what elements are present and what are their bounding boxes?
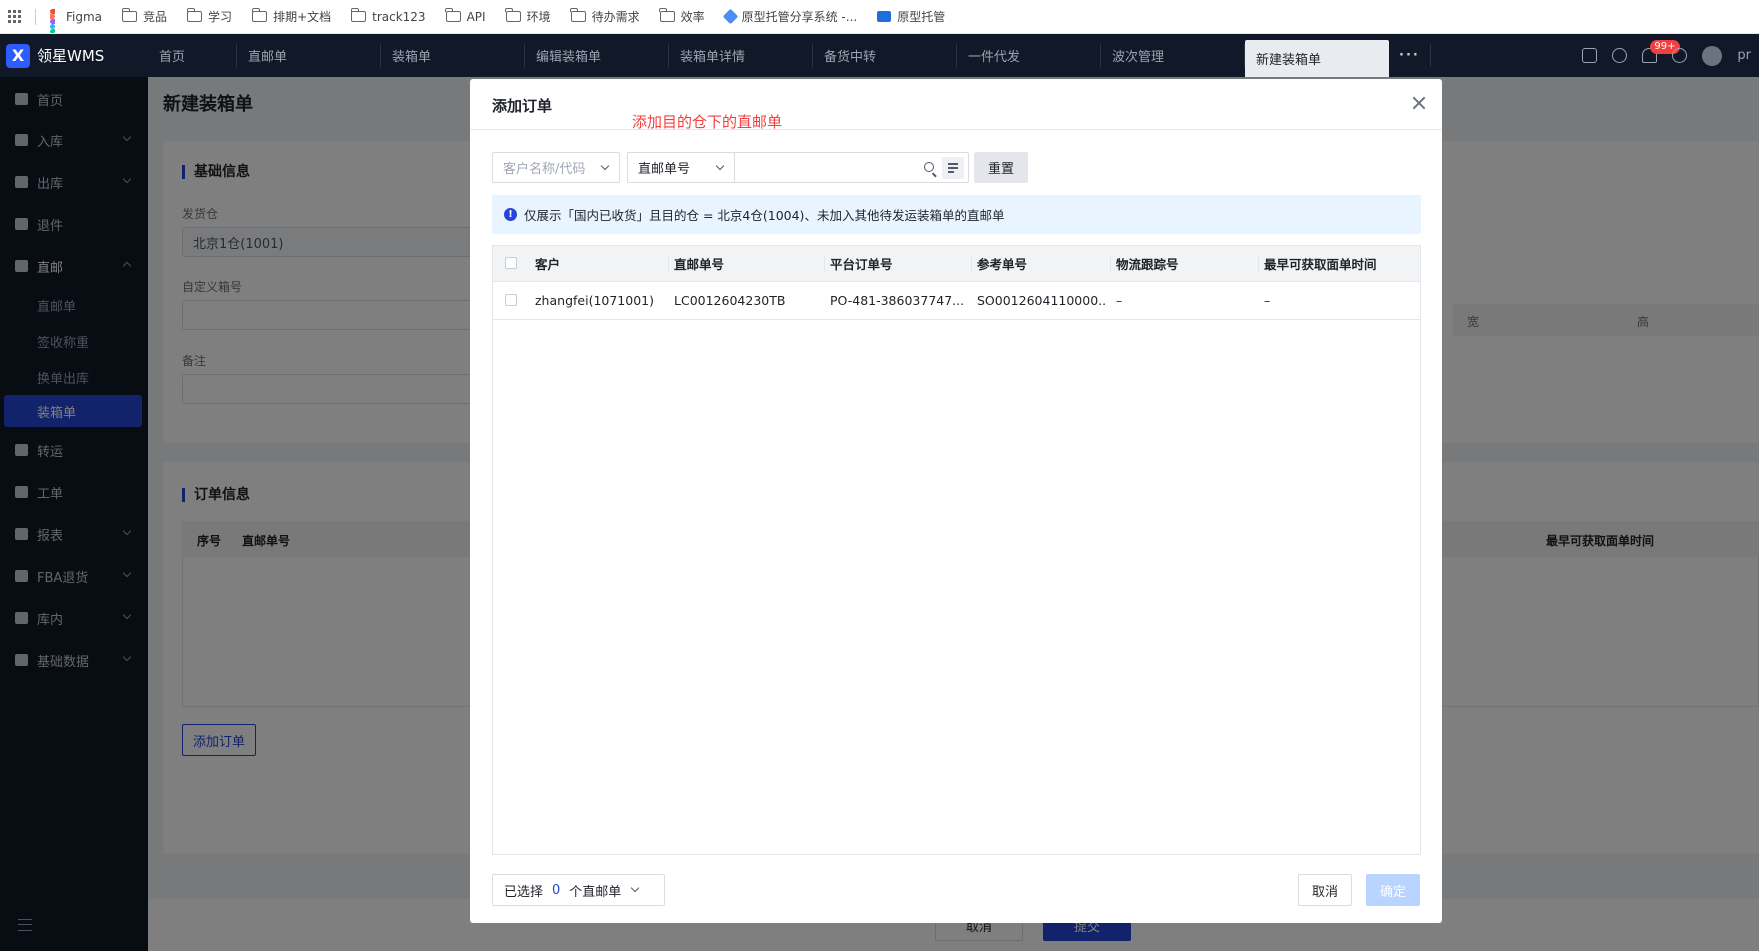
tab-home[interactable]: 首页: [148, 44, 237, 67]
tab-direct-mail[interactable]: 直邮单: [237, 44, 381, 67]
modal-header: 添加订单 添加目的仓下的直邮单: [470, 79, 1442, 131]
bookmark-folder[interactable]: 竞品: [121, 8, 167, 25]
divider: [35, 8, 36, 25]
settings-icon[interactable]: [1672, 48, 1688, 63]
tab-packing-list-detail[interactable]: 装箱单详情: [669, 44, 813, 67]
brand[interactable]: X 领星WMS: [0, 34, 148, 77]
folder-icon: [505, 8, 521, 22]
table-row[interactable]: zhangfei(1071001) LC0012604230TB PO-481-…: [493, 282, 1420, 320]
column-header: 客户: [535, 257, 561, 272]
bookmarks-bar: Figma 竞品 学习 排期+文档 track123 API 环境 待办需求 效…: [0, 0, 1759, 34]
platform-order-cell: PO-481-386037747...: [830, 293, 965, 308]
bookmark-folder[interactable]: 学习: [186, 8, 232, 25]
search-input[interactable]: [734, 152, 969, 183]
search-icon[interactable]: [924, 162, 934, 172]
bell-icon[interactable]: 99+: [1642, 40, 1680, 63]
cancel-button[interactable]: 取消: [1298, 874, 1352, 906]
reference-number-cell: SO0012604110000...: [977, 293, 1107, 308]
order-select-table: 客户 直邮单号 平台订单号 参考单号 物流跟踪号 最早可获取面单时间 zhang…: [492, 245, 1421, 855]
folder-icon: [121, 8, 138, 22]
folder-icon: [445, 8, 461, 22]
tab-dropshipping[interactable]: 一件代发: [957, 44, 1101, 67]
row-checkbox[interactable]: [505, 294, 517, 306]
customer-select[interactable]: 客户名称/代码: [492, 152, 620, 183]
tab-packing-list[interactable]: 装箱单: [381, 44, 525, 67]
top-navbar: X 领星WMS 首页 直邮单 装箱单 编辑装箱单 装箱单详情 备货中转 一件代发…: [0, 34, 1759, 77]
column-header: 参考单号: [977, 257, 1028, 272]
column-divider: [668, 256, 669, 272]
info-alert: ! 仅展示「国内已收货」且目的仓 = 北京4仓(1004)、未加入其他待发运装箱…: [492, 195, 1421, 234]
annotation-text: 添加目的仓下的直邮单: [632, 113, 783, 131]
figma-icon: [50, 9, 60, 33]
folder-icon: [251, 8, 268, 22]
page-icon: [877, 11, 892, 22]
diamond-icon: [722, 8, 738, 25]
bookmark-folder[interactable]: 环境: [505, 8, 551, 25]
add-order-modal: 添加订单 添加目的仓下的直邮单 客户名称/代码 直邮单号 重置 ! 仅展示「国内…: [470, 79, 1442, 923]
direct-mail-number-cell: LC0012604230TB: [674, 293, 786, 308]
column-divider: [824, 256, 825, 272]
tab-edit-packing-list[interactable]: 编辑装箱单: [525, 44, 669, 67]
modal-title: 添加订单: [492, 97, 553, 115]
apps-grid-icon[interactable]: [8, 10, 21, 23]
select-all-checkbox[interactable]: [505, 257, 517, 269]
bookmark-prototype[interactable]: 原型托管: [877, 8, 945, 25]
alert-text: 仅展示「国内已收货」且目的仓 = 北京4仓(1004)、未加入其他待发运装箱单的…: [524, 208, 1005, 223]
chevron-down-icon: [715, 161, 725, 171]
customer-cell: zhangfei(1071001): [535, 293, 654, 308]
column-header: 直邮单号: [674, 257, 725, 272]
column-divider: [1258, 256, 1259, 272]
download-icon[interactable]: [1612, 48, 1628, 63]
inbox-icon[interactable]: [1582, 48, 1598, 63]
logo-icon: X: [6, 43, 30, 68]
selected-count: 0: [552, 882, 561, 898]
tab-wave-management[interactable]: 波次管理: [1101, 44, 1245, 67]
label-time-cell: –: [1264, 293, 1271, 308]
top-right-actions: 99+ pr: [1582, 34, 1759, 77]
column-header: 最早可获取面单时间: [1264, 257, 1377, 272]
tab-new-packing-list[interactable]: 新建装箱单: [1245, 40, 1389, 77]
column-header: 平台订单号: [830, 257, 893, 272]
tab-stock-transfer[interactable]: 备货中转: [813, 44, 957, 67]
chevron-down-icon: [630, 883, 640, 893]
search-type-select[interactable]: 直邮单号: [627, 152, 735, 183]
bookmark-folder[interactable]: 排期+文档: [251, 8, 331, 25]
more-tabs-button[interactable]: ···: [1389, 44, 1431, 67]
folder-icon: [659, 8, 675, 22]
chevron-down-icon: [600, 161, 610, 171]
bookmark-prototype-share[interactable]: 原型托管分享系统 -...: [722, 8, 857, 25]
app-name: 领星WMS: [37, 47, 105, 65]
bookmark-folder[interactable]: track123: [350, 8, 426, 24]
folder-icon: [186, 8, 203, 22]
bookmark-folder[interactable]: 待办需求: [570, 8, 640, 25]
user-name[interactable]: pr: [1737, 48, 1751, 63]
selected-count-dropdown[interactable]: 已选择 0 个直邮单: [492, 874, 665, 906]
column-header: 物流跟踪号: [1116, 257, 1179, 272]
close-icon[interactable]: [1412, 96, 1426, 110]
info-icon: !: [504, 208, 517, 221]
tab-bar: 首页 直邮单 装箱单 编辑装箱单 装箱单详情 备货中转 一件代发 波次管理 新建…: [148, 34, 1582, 77]
column-divider: [1110, 256, 1111, 272]
column-divider: [971, 256, 972, 272]
batch-filter-icon[interactable]: [942, 157, 964, 179]
reset-button[interactable]: 重置: [974, 152, 1028, 183]
tracking-number-cell: –: [1116, 293, 1123, 308]
table-header: 客户 直邮单号 平台订单号 参考单号 物流跟踪号 最早可获取面单时间: [493, 246, 1420, 282]
confirm-button[interactable]: 确定: [1366, 874, 1420, 906]
bookmark-folder[interactable]: API: [445, 8, 486, 24]
folder-icon: [350, 8, 367, 22]
folder-icon: [570, 8, 586, 22]
bookmark-figma[interactable]: Figma: [50, 9, 102, 33]
avatar[interactable]: [1702, 45, 1723, 66]
bookmark-folder[interactable]: 效率: [659, 8, 705, 25]
